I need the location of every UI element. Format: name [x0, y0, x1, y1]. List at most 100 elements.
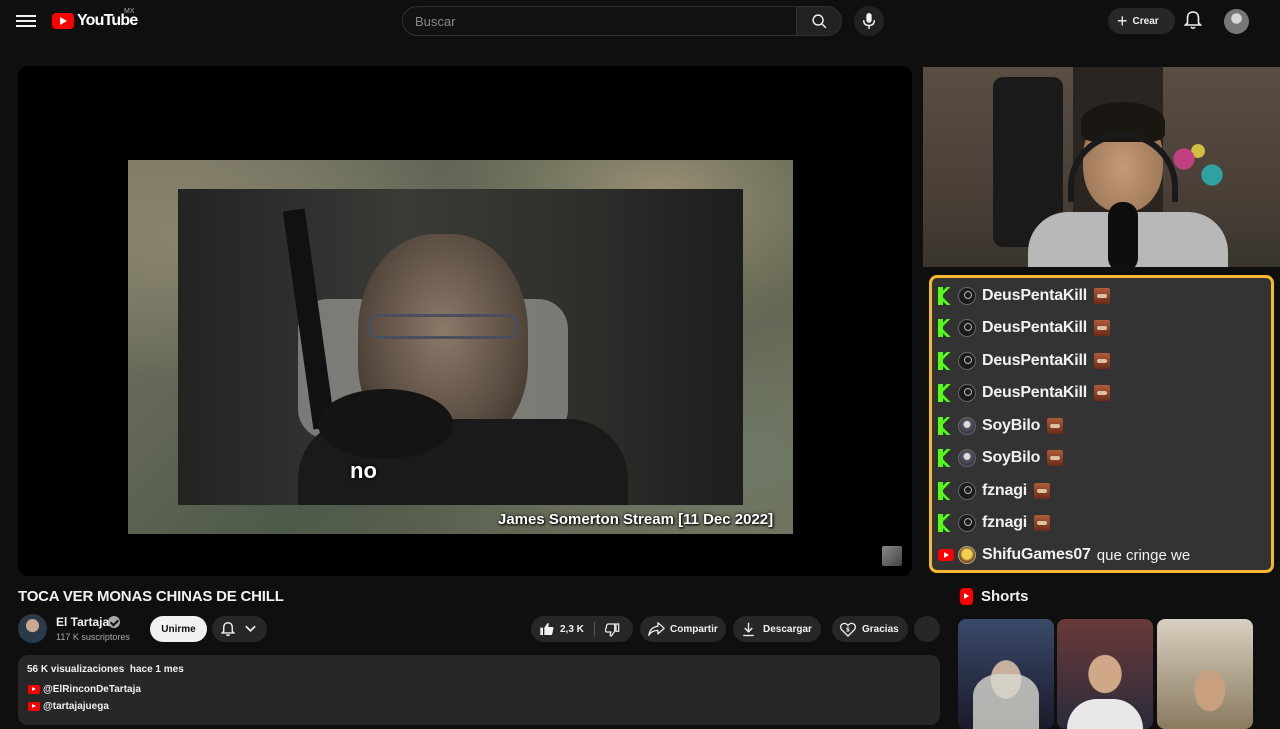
youtube-icon: [28, 685, 40, 694]
webcam-overlay: [923, 67, 1280, 267]
search-icon: [812, 14, 827, 29]
kick-icon: [938, 352, 952, 370]
description-box[interactable]: 56 K visualizaciones hace 1 mes @ElRinco…: [18, 655, 940, 725]
menu-icon[interactable]: [16, 12, 36, 30]
short-thumbnail[interactable]: [1157, 619, 1253, 729]
notifications-button[interactable]: [1183, 10, 1204, 32]
user-avatar-icon: [958, 546, 976, 564]
top-bar: YouTube MX + Crear: [0, 0, 1280, 42]
verified-icon: [108, 616, 120, 628]
channel-avatar[interactable]: [18, 614, 47, 643]
shorts-icon: [960, 588, 973, 605]
emote-icon: [1094, 288, 1110, 304]
emote-icon: [1047, 418, 1064, 434]
channel-name[interactable]: El Tartaja: [56, 615, 109, 629]
chat-message: DeusPentaKill: [938, 316, 1110, 340]
view-count: 56 K visualizaciones: [27, 664, 125, 675]
emote-icon: [1094, 385, 1110, 401]
chat-username: fznagi: [982, 482, 1028, 499]
chat-message: ShifuGames07 que cringe we: [938, 543, 1190, 567]
more-actions-button[interactable]: [914, 616, 940, 642]
create-button[interactable]: + Crear: [1108, 8, 1175, 34]
kick-icon: [938, 319, 952, 337]
youtube-icon: [28, 702, 40, 711]
heart-dollar-icon: $: [840, 622, 856, 637]
kick-icon: [938, 417, 952, 435]
svg-text:$: $: [846, 627, 850, 633]
youtube-icon: [938, 549, 954, 561]
join-button[interactable]: Unirme: [150, 616, 207, 642]
kick-icon: [938, 287, 952, 305]
search-box: [402, 6, 796, 36]
emote-icon: [1034, 515, 1051, 531]
description-link[interactable]: @tartajajuega: [28, 701, 109, 712]
chat-username: SoyBilo: [982, 417, 1041, 434]
microphone-icon: [862, 13, 876, 29]
upload-date: hace 1 mes: [129, 664, 184, 675]
chat-username: DeusPentaKill: [982, 287, 1087, 304]
description-link[interactable]: @ElRinconDeTartaja: [28, 684, 141, 695]
voice-search-button[interactable]: [854, 6, 884, 36]
like-count[interactable]: 2,3 K: [560, 624, 584, 635]
chat-username: DeusPentaKill: [982, 319, 1087, 336]
short-thumbnail[interactable]: [958, 619, 1054, 729]
user-avatar-icon: [958, 384, 976, 402]
emote-icon: [1094, 353, 1110, 369]
chat-message: SoyBilo: [938, 414, 1064, 438]
description-meta: 56 K visualizaciones hace 1 mes: [27, 664, 184, 675]
kick-icon: [938, 449, 952, 467]
emote-icon: [1034, 483, 1051, 499]
kick-icon: [938, 482, 952, 500]
chat-message: fznagi: [938, 511, 1051, 535]
emote-icon: [1094, 320, 1110, 336]
plus-icon: +: [1117, 11, 1128, 31]
share-button[interactable]: Compartir: [640, 616, 726, 642]
youtube-logo[interactable]: YouTube MX: [52, 8, 138, 31]
chat-message-text: que cringe we: [1096, 546, 1191, 564]
chat-username: DeusPentaKill: [982, 352, 1087, 369]
download-button[interactable]: Descargar: [733, 616, 821, 642]
search-button[interactable]: [796, 6, 842, 36]
chat-message: fznagi: [938, 479, 1051, 503]
subscription-notifications-button[interactable]: [212, 616, 267, 642]
chat-message: SoyBilo: [938, 446, 1064, 470]
account-avatar[interactable]: [1224, 9, 1249, 34]
video-subtitle: no: [350, 458, 377, 483]
channel-watermark[interactable]: [882, 546, 902, 566]
thanks-button[interactable]: $ Gracias: [832, 616, 908, 642]
subscriber-count: 117 K suscriptores: [56, 632, 130, 642]
search-input[interactable]: [403, 7, 796, 35]
chat-message: DeusPentaKill: [938, 284, 1110, 308]
share-label: Compartir: [670, 623, 718, 635]
shorts-title: Shorts: [981, 588, 1029, 605]
chat-message: DeusPentaKill: [938, 349, 1110, 373]
chat-username: fznagi: [982, 514, 1028, 531]
short-thumbnail[interactable]: [1057, 619, 1153, 729]
user-avatar-icon: [958, 482, 976, 500]
kick-icon: [938, 514, 952, 532]
download-label: Descargar: [763, 623, 812, 635]
bell-icon: [1183, 11, 1203, 30]
chat-username: ShifuGames07: [982, 546, 1091, 563]
thumbs-down-icon[interactable]: [604, 622, 620, 638]
user-avatar-icon: [958, 514, 976, 532]
thumbs-up-icon[interactable]: [539, 621, 555, 637]
video-caption-tag: James Somerton Stream [11 Dec 2022]: [498, 511, 774, 528]
chat-username: DeusPentaKill: [982, 384, 1087, 401]
user-avatar-icon: [958, 417, 976, 435]
kick-icon: [938, 384, 952, 402]
user-avatar-icon: [958, 287, 976, 305]
chat-overlay: DeusPentaKill DeusPentaKill DeusPentaKill D…: [929, 275, 1274, 573]
emote-icon: [1047, 450, 1064, 466]
video-player[interactable]: no James Somerton Stream [11 Dec 2022]: [18, 66, 912, 576]
youtube-play-icon: [52, 13, 74, 29]
user-avatar-icon: [958, 319, 976, 337]
thanks-label: Gracias: [862, 623, 899, 635]
chat-username: SoyBilo: [982, 449, 1041, 466]
user-avatar-icon: [958, 352, 976, 370]
video-frame-content: [178, 189, 743, 505]
user-avatar-icon: [958, 449, 976, 467]
country-code: MX: [124, 8, 135, 15]
chevron-down-icon: [245, 625, 256, 633]
bell-icon: [221, 622, 235, 637]
